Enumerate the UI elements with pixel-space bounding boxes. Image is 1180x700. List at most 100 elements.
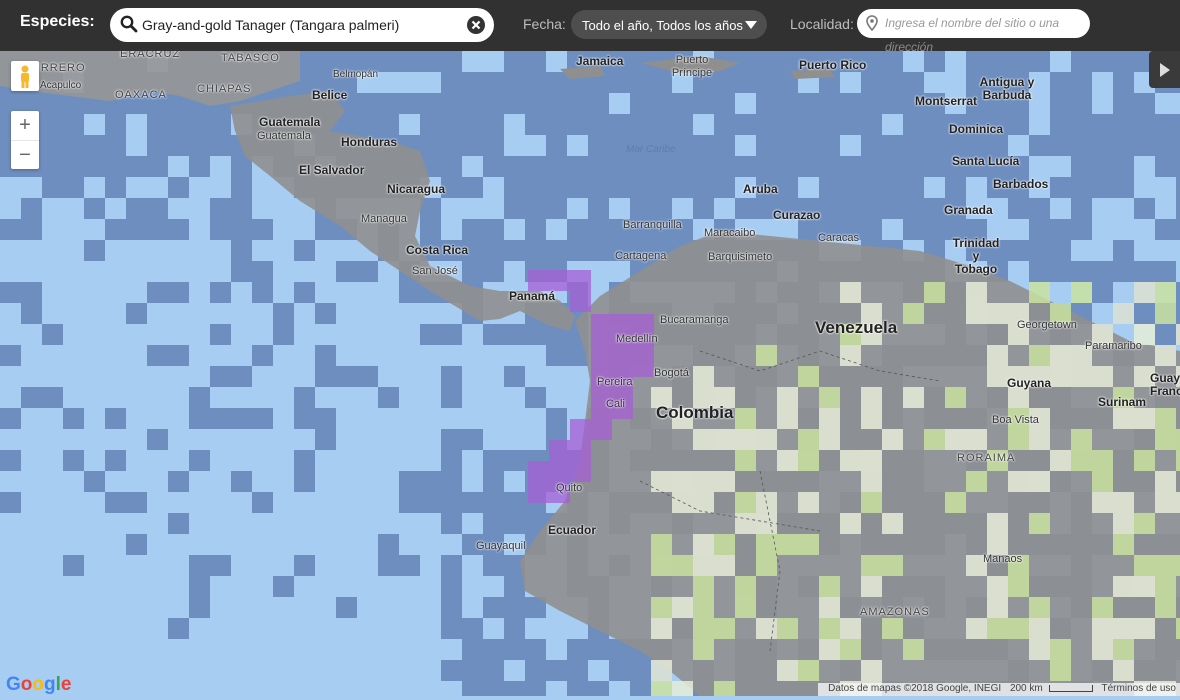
grid-cell [1071,261,1092,282]
presence-cell[interactable] [549,270,570,291]
grid-cell [966,135,987,156]
land-cell [1113,660,1134,681]
grid-cell [273,324,294,345]
presence-cell[interactable] [549,440,570,461]
grid-cell [504,93,525,114]
grid-cell [441,555,462,576]
grid-cell [315,366,336,387]
grid-cell [1050,135,1071,156]
presence-cell[interactable] [612,314,633,335]
region-label: RORAIMA [957,452,1016,464]
land-cell [945,492,966,513]
land-cell [861,450,882,471]
map-canvas[interactable]: GUERRERO Acapulco OAXACA CHIAPAS TABASCO… [0,48,1180,696]
grid-cell [651,114,672,135]
presence-cell[interactable] [591,356,612,377]
grid-cell [0,282,21,303]
presence-cell[interactable] [591,419,612,440]
grid-cell [1050,219,1071,240]
grid-cell [441,72,462,93]
grid-cell [504,597,525,618]
zoom-out-button[interactable]: − [11,141,39,170]
grid-cell [231,219,252,240]
grid-cell [714,93,735,114]
region-label: TABASCO [221,52,280,64]
species-label: Especies: [20,13,95,30]
land-cell [924,282,945,303]
grid-cell [441,93,462,114]
terms-link[interactable]: Términos de uso [1102,683,1176,694]
grid-cell [651,198,672,219]
grid-cell [840,177,861,198]
location-search-input[interactable]: Ingresa el nombre del sitio o una [857,9,1090,38]
grid-cell [483,135,504,156]
grid-cell [483,681,504,696]
grid-cell [1176,303,1180,324]
country-label: Jamaica [576,54,624,68]
land-cell [966,282,987,303]
grid-cell [735,72,756,93]
grid-cell [630,72,651,93]
grid-cell [441,576,462,597]
presence-cell[interactable] [633,356,654,377]
land-cell [819,597,840,618]
grid-cell [1008,198,1029,219]
grid-cell [231,240,252,261]
presence-cell[interactable] [570,291,591,312]
grid-cell [777,93,798,114]
land-cell [1176,618,1180,639]
google-logo-graphic: Google [6,674,71,695]
city-label: Puerto Príncipe [671,54,713,79]
grid-cell [63,156,84,177]
city-label: Caracas [818,232,859,244]
grid-cell [105,219,126,240]
grid-cell [504,576,525,597]
grid-cell [1113,240,1134,261]
presence-cell[interactable] [591,335,612,356]
land-cell [819,387,840,408]
presence-cell[interactable] [591,314,612,335]
presence-cell[interactable] [528,461,549,482]
grid-cell [399,93,420,114]
grid-cell [1155,324,1176,345]
land-cell [1134,513,1155,534]
grid-cell [105,156,126,177]
land-cell [861,555,882,576]
grid-cell [483,555,504,576]
presence-cell[interactable] [549,461,570,482]
grid-cell [210,198,231,219]
grid-cell [861,72,882,93]
presence-cell[interactable] [612,356,633,377]
grid-cell [546,240,567,261]
zoom-in-button[interactable]: + [11,111,39,141]
country-label: Curazao [773,208,821,222]
presence-cell[interactable] [570,440,591,461]
species-search-input[interactable]: Gray-and-gold Tanager (Tangara palmeri) [110,8,494,42]
grid-cell [1029,219,1050,240]
land-cell [735,429,756,450]
presence-cell[interactable] [528,270,549,291]
grid-cell [441,597,462,618]
land-cell [966,429,987,450]
grid-cell [126,219,147,240]
street-view-pegman[interactable] [11,61,39,91]
grid-cell [231,408,252,429]
presence-cell[interactable] [570,419,591,440]
date-range-select[interactable]: Todo el año, Todos los años [571,10,767,39]
land-cell [1029,639,1050,660]
presence-cell[interactable] [633,314,654,335]
grid-cell [483,597,504,618]
grid-cell [483,72,504,93]
grid-cell [378,114,399,135]
presence-cell[interactable] [528,482,549,503]
grid-cell [441,366,462,387]
grid-cell [840,114,861,135]
presence-cell[interactable] [570,270,591,291]
land-cell [987,597,1008,618]
grid-cell [1176,219,1180,240]
land-cell [1092,471,1113,492]
grid-cell [1176,114,1180,135]
panel-toggle-button[interactable] [1149,51,1180,88]
clear-search-icon[interactable] [466,15,486,35]
presence-cell[interactable] [570,461,591,482]
